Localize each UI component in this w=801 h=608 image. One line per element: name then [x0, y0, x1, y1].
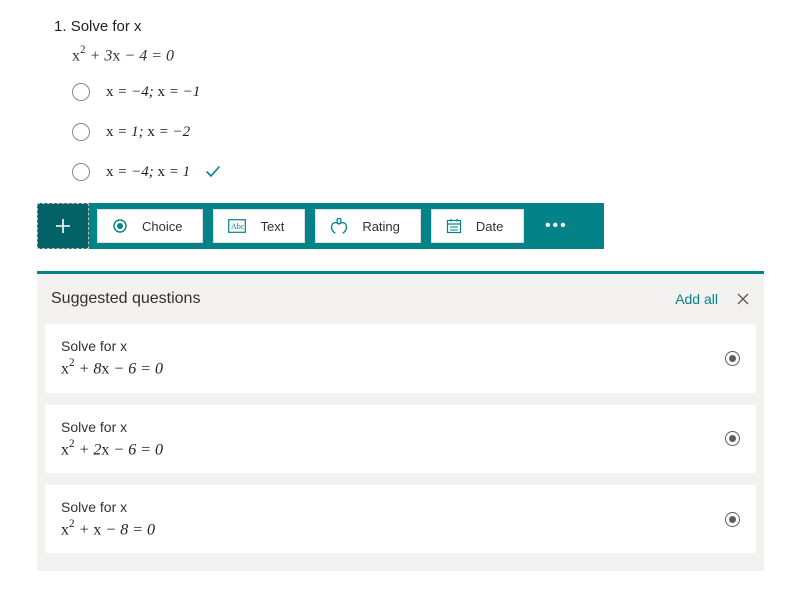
- option-row[interactable]: x = −4; x = 1: [72, 163, 801, 181]
- date-type-button[interactable]: Date: [431, 209, 524, 243]
- rating-type-button[interactable]: Rating: [315, 209, 421, 243]
- suggested-actions: Add all: [675, 291, 750, 307]
- text-icon: Abc: [228, 219, 246, 233]
- suggested-card[interactable]: Solve for x x2 + 8x − 6 = 0: [45, 324, 756, 392]
- controls-bar: Choice Abc Text Rating Date •••: [89, 203, 604, 249]
- card-equation: x2 + x − 8 = 0: [61, 519, 155, 539]
- radio-icon[interactable]: [72, 163, 90, 181]
- suggested-card[interactable]: Solve for x x2 + 2x − 6 = 0: [45, 405, 756, 473]
- card-equation: x2 + 2x − 6 = 0: [61, 439, 163, 459]
- question-block: 1. Solve for x x2 + 3x − 4 = 0 x = −4; x…: [0, 0, 801, 181]
- suggested-card[interactable]: Solve for x x2 + x − 8 = 0: [45, 485, 756, 553]
- option-text: x = −4; x = 1: [106, 164, 190, 181]
- question-text: Solve for x: [71, 18, 142, 35]
- choice-type-icon: [725, 351, 740, 366]
- question-title: 1. Solve for x: [54, 18, 801, 35]
- text-type-button[interactable]: Abc Text: [213, 209, 305, 243]
- choice-type-button[interactable]: Choice: [97, 209, 203, 243]
- date-icon: [446, 218, 462, 234]
- text-label: Text: [260, 219, 284, 234]
- choice-icon: [112, 218, 128, 234]
- option-text: x = −4; x = −1: [106, 84, 200, 101]
- add-question-button[interactable]: [37, 203, 89, 249]
- option-text: x = 1; x = −2: [106, 124, 190, 141]
- suggested-panel: Suggested questions Add all Solve for x …: [37, 271, 764, 571]
- card-title: Solve for x: [61, 499, 155, 515]
- card-content: Solve for x x2 + 8x − 6 = 0: [61, 338, 163, 378]
- svg-text:Abc: Abc: [231, 222, 245, 231]
- suggested-header: Suggested questions Add all: [37, 274, 764, 324]
- card-content: Solve for x x2 + x − 8 = 0: [61, 499, 155, 539]
- add-all-button[interactable]: Add all: [675, 291, 718, 307]
- radio-icon[interactable]: [72, 83, 90, 101]
- options-list: x = −4; x = −1 x = 1; x = −2 x = −4; x =…: [54, 83, 801, 181]
- choice-type-icon: [725, 512, 740, 527]
- suggested-title: Suggested questions: [51, 290, 200, 308]
- choice-type-icon: [725, 431, 740, 446]
- rating-label: Rating: [362, 219, 400, 234]
- option-row[interactable]: x = 1; x = −2: [72, 123, 801, 141]
- question-type-toolbar: Choice Abc Text Rating Date •••: [37, 203, 604, 249]
- ellipsis-icon: •••: [545, 217, 568, 235]
- checkmark-icon: [204, 163, 222, 181]
- card-equation: x2 + 8x − 6 = 0: [61, 358, 163, 378]
- question-number: 1.: [54, 18, 67, 35]
- card-content: Solve for x x2 + 2x − 6 = 0: [61, 419, 163, 459]
- date-label: Date: [476, 219, 503, 234]
- close-icon[interactable]: [736, 292, 750, 306]
- card-title: Solve for x: [61, 419, 163, 435]
- radio-icon[interactable]: [72, 123, 90, 141]
- card-title: Solve for x: [61, 338, 163, 354]
- rating-icon: [330, 218, 348, 234]
- plus-icon: [53, 216, 73, 236]
- more-types-button[interactable]: •••: [534, 217, 578, 235]
- choice-label: Choice: [142, 219, 182, 234]
- question-equation: x2 + 3x − 4 = 0: [54, 45, 801, 65]
- option-row[interactable]: x = −4; x = −1: [72, 83, 801, 101]
